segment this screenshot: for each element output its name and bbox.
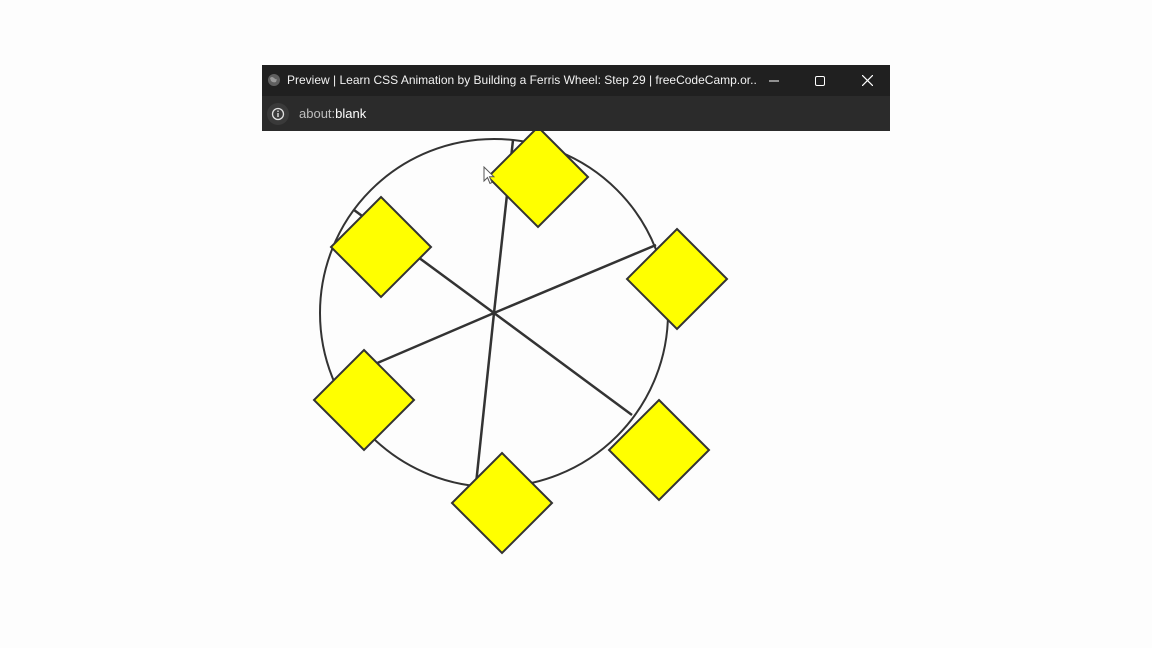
url-field[interactable]: about:blank (299, 106, 366, 121)
wheel-cabin (329, 195, 433, 299)
site-info-button[interactable] (267, 103, 289, 125)
close-button[interactable] (844, 65, 890, 96)
url-scheme: about: (299, 106, 336, 121)
wheel-cabin (486, 125, 590, 229)
wheel-spoke (493, 311, 633, 417)
wheel-spoke (474, 312, 496, 485)
info-icon (271, 107, 285, 121)
globe-icon (267, 73, 281, 87)
minimize-button[interactable] (751, 65, 797, 96)
close-icon (861, 75, 873, 86)
wheel-cabin (625, 227, 729, 331)
wheel-spoke (374, 311, 495, 366)
wheel-cabin (607, 398, 711, 502)
mouse-cursor-icon (483, 166, 495, 185)
title-bar[interactable]: Preview | Learn CSS Animation by Buildin… (262, 65, 890, 96)
maximize-icon (815, 75, 825, 86)
url-path: blank (335, 106, 367, 121)
address-bar: about:blank (262, 96, 890, 131)
wheel-cabin (450, 451, 554, 555)
maximize-button[interactable] (797, 65, 843, 96)
window-title: Preview | Learn CSS Animation by Buildin… (287, 73, 757, 87)
browser-window: Preview | Learn CSS Animation by Buildin… (262, 65, 890, 131)
minimize-icon (769, 80, 779, 81)
